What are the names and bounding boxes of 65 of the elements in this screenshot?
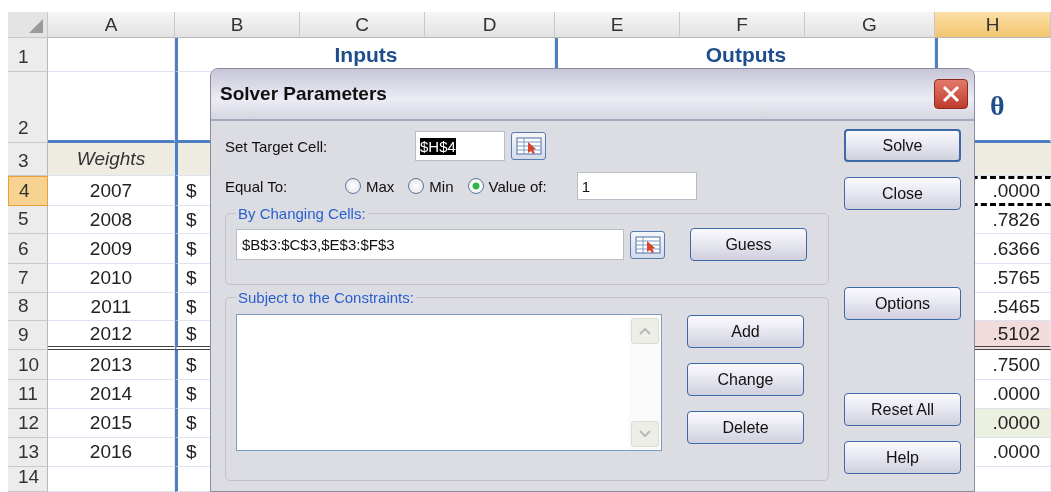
guess-button[interactable]: Guess [690,228,807,261]
table-cell: 2011 [48,293,175,321]
target-cell-field[interactable]: $H$4 [415,131,505,161]
dialog-button[interactable]: Options [844,287,961,320]
radio-label: Max [366,177,395,195]
corner-triangle-icon [29,19,43,33]
table-cell: Weights [48,143,175,176]
row-header[interactable]: 4 [8,176,48,206]
row-header[interactable]: 1 [8,38,48,72]
table-cell: 2009 [48,234,175,264]
dialog-button[interactable]: Solve [844,129,961,162]
column-header[interactable]: E [555,12,680,38]
column-header[interactable]: D [425,12,555,38]
constraint-button[interactable]: Delete [687,411,804,444]
dialog-button[interactable]: Reset All [844,393,961,426]
row-header[interactable]: 3 [8,143,48,176]
column-header[interactable]: B [175,12,300,38]
spreadsheet-arrow-icon [634,235,661,254]
row-header[interactable]: 13 [8,438,48,467]
column-header[interactable]: H [935,12,1051,38]
column-header[interactable]: G [805,12,935,38]
spreadsheet-arrow-icon [515,137,542,155]
changing-cells-field[interactable]: $B$3:$C$3,$E$3:$F$3 [236,229,624,260]
column-header[interactable]: F [680,12,805,38]
field-label: Equal To: [225,177,289,195]
dialog-button[interactable]: Help [844,441,961,474]
row-header[interactable]: 8 [8,293,48,321]
row-header[interactable]: 5 [8,206,48,234]
row-header[interactable]: 7 [8,264,48,293]
close-icon [941,85,961,103]
range-select-button[interactable] [511,132,546,160]
constraint-button[interactable]: Change [687,363,804,396]
field-label: Set Target Cell: [225,137,329,155]
table-cell: 2013 [48,350,175,380]
radio-button[interactable] [467,178,484,194]
row-header[interactable]: 10 [8,350,48,380]
table-cell: 2007 [48,176,175,206]
radio-button[interactable] [408,178,425,194]
close-button[interactable] [934,79,968,109]
radio-button[interactable] [345,178,361,194]
chevron-down-icon [639,430,651,438]
table-cell: 2015 [48,409,175,438]
column-header[interactable]: A [48,12,175,38]
field-value: $H$4 [420,137,456,155]
constraint-button[interactable]: Add [687,315,804,348]
row-header[interactable]: 12 [8,409,48,438]
row-header[interactable]: 11 [8,380,48,409]
row-header[interactable]: 2 [8,72,48,143]
table-cell: 2008 [48,206,175,234]
column-header[interactable]: C [300,12,425,38]
table-cell: 2016 [48,438,175,467]
row-header[interactable]: 6 [8,234,48,264]
table-cell: 2014 [48,380,175,409]
radio-label: Min [429,177,454,195]
row-header[interactable]: 9 [8,321,48,350]
value-field[interactable]: 1 [576,172,697,200]
table-cell: 2012 [48,321,175,350]
radio-label: Value of: [488,177,547,195]
dialog-button[interactable]: Close [844,177,961,210]
dialog-title: Solver Parameters [220,83,387,105]
chevron-up-icon [639,327,651,335]
select-all-button[interactable] [8,12,48,38]
row-header[interactable]: 14 [8,467,48,492]
table-cell: 2010 [48,264,175,293]
range-select-button[interactable] [630,230,665,259]
